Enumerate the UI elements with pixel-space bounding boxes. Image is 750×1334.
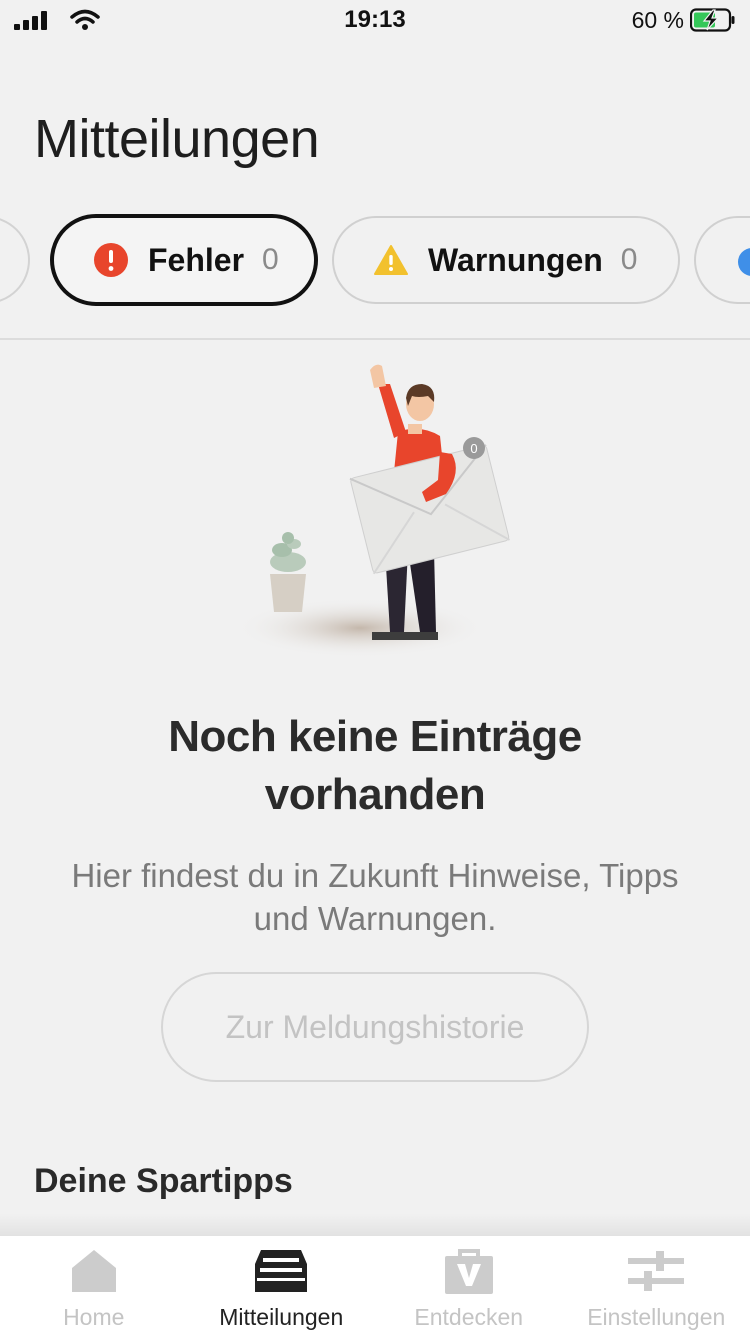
divider (0, 338, 750, 340)
empty-state-illustration: 0 (235, 364, 511, 658)
inbox-icon (255, 1250, 308, 1292)
tab-label: Mitteilungen (219, 1304, 344, 1330)
filter-chip-info[interactable] (694, 216, 750, 304)
scroll-fade (0, 1214, 750, 1236)
empty-state-text-line2: und Warnungen. (253, 900, 497, 937)
filter-chip-count: 0 (262, 243, 279, 276)
briefcase-icon (444, 1249, 493, 1294)
error-icon (94, 243, 128, 277)
status-bar: 19:13 60 % (0, 0, 750, 40)
warning-icon (374, 245, 408, 275)
tab-label: Entdecken (414, 1304, 524, 1330)
empty-state-text-line1: Hier findest du in Zukunft Hinweise, Tip… (71, 857, 679, 894)
spartipps-section-title: Deine Spartipps (34, 1162, 293, 1200)
tab-mitteilungen[interactable]: Mitteilungen (188, 1236, 376, 1334)
battery-percent: 60 % (631, 7, 684, 33)
tab-label: Einstellungen (587, 1304, 726, 1330)
envelope-badge: 0 (470, 441, 477, 456)
tab-entdecken[interactable]: Entdecken (375, 1236, 563, 1334)
message-history-button[interactable]: Zur Meldungshistorie (161, 972, 589, 1082)
empty-state-title-line2: vorhanden (264, 770, 486, 819)
empty-state-title-line1: Noch keine Einträge (168, 712, 582, 761)
tab-einstellungen[interactable]: Einstellungen (563, 1236, 750, 1334)
empty-state-title: Noch keine Einträge vorhanden (0, 708, 750, 824)
filter-chip-partial[interactable] (0, 216, 30, 304)
tab-label: Home (63, 1304, 125, 1330)
tab-bar: Home Mitteilungen Entdecken Einstellunge… (0, 1236, 750, 1334)
info-icon (738, 248, 750, 276)
sliders-icon (628, 1251, 685, 1291)
filter-chip-label: Warnungen (428, 241, 603, 278)
empty-state-text: Hier findest du in Zukunft Hinweise, Tip… (30, 854, 720, 940)
filter-chip-count: 0 (620, 243, 638, 276)
page-title: Mitteilungen (34, 109, 320, 169)
filter-chip-fehler[interactable]: Fehler 0 (50, 214, 318, 306)
battery-charging-icon (690, 8, 735, 32)
filter-chip-label: Fehler (148, 241, 245, 278)
filter-chip-warnungen[interactable]: Warnungen 0 (332, 216, 680, 304)
home-icon (71, 1250, 116, 1292)
filter-chips: Fehler 0 Warnungen 0 (0, 214, 750, 310)
tab-home[interactable]: Home (0, 1236, 188, 1334)
